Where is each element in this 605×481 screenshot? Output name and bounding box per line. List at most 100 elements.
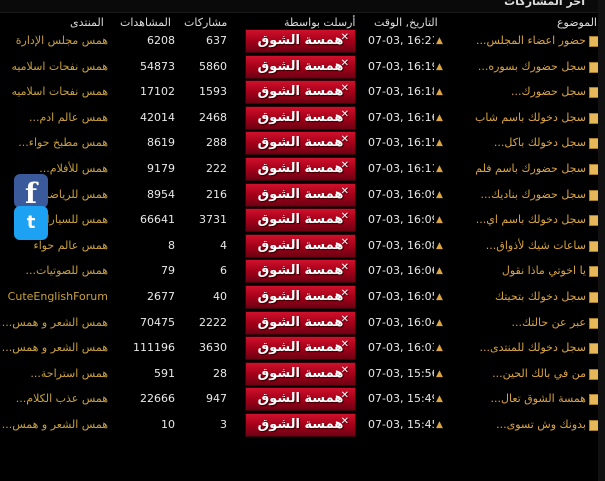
forum-link[interactable]: همس مجلس الإدارة — [0, 31, 108, 51]
forum-link[interactable]: CuteEnglishForum — [0, 287, 108, 307]
posts-count: 222 — [206, 162, 227, 175]
topic-title: سجل حضورك بناديك... — [480, 188, 587, 201]
posts-count: 4 — [220, 239, 227, 252]
forum-link[interactable]: همس الشعر و همس... — [0, 415, 108, 435]
poster-name: همسة الشوق — [257, 340, 344, 355]
forum-link[interactable]: همس مطبخ حواء... — [0, 133, 108, 153]
posts-count: 40 — [213, 290, 227, 303]
topic-link[interactable]: سجل حضورك بسوره... — [449, 57, 599, 77]
table-row: همس للسيارات... 66641 3731 ✕ همسة الشوق 07-03… — [0, 207, 605, 233]
forum-link[interactable]: همس للصوتيات... — [0, 261, 108, 281]
poster-badge[interactable]: ✕ همسة الشوق — [245, 106, 356, 130]
poster-badge[interactable]: ✕ همسة الشوق — [245, 183, 356, 207]
table-row: همس للرياضة... 8954 216 ✕ همسة الشوق 07-03, 1… — [0, 182, 605, 208]
go-to-last-post-icon[interactable]: ▲ — [436, 389, 446, 409]
topic-link[interactable]: همسة الشوق تعال... — [449, 389, 599, 409]
post-datetime: 07-03, 16:06 — [368, 264, 434, 277]
sparkle-icon: ✕ — [340, 390, 349, 401]
go-to-last-post-icon[interactable]: ▲ — [436, 159, 446, 179]
sparkle-icon: ✕ — [340, 211, 349, 222]
poster-name: همسة الشوق — [257, 391, 344, 406]
topic-link[interactable]: سجل دخولك باسم اي... — [449, 210, 599, 230]
go-to-last-post-icon[interactable]: ▲ — [436, 338, 446, 358]
poster-badge[interactable]: ✕ همسة الشوق — [245, 362, 356, 386]
go-to-last-post-icon[interactable]: ▲ — [436, 185, 446, 205]
topic-link[interactable]: سجل دخولك باكل... — [449, 133, 599, 153]
topic-title: عبر عن حالتك... — [511, 316, 586, 329]
post-datetime: 07-03, 15:49 — [368, 392, 434, 405]
posts-count: 6 — [220, 264, 227, 277]
forum-link[interactable]: همس استراحة... — [0, 364, 108, 384]
twitter-share-button[interactable]: t — [14, 206, 48, 240]
forum-link[interactable]: همس الشعر و همس... — [0, 338, 108, 358]
sparkle-icon: ✕ — [340, 288, 349, 299]
topic-link[interactable]: سجل حضورك بناديك... — [449, 185, 599, 205]
poster-badge[interactable]: ✕ همسة الشوق — [245, 55, 356, 79]
topic-link[interactable]: سجل حضورك باسم فلم — [449, 159, 599, 179]
poster-badge[interactable]: ✕ همسة الشوق — [245, 336, 356, 360]
topic-title: سجل دخولك للمنتدى... — [479, 341, 586, 354]
forum-link[interactable]: همس عالم ادم... — [0, 108, 108, 128]
sparkle-icon: ✕ — [340, 186, 349, 197]
topic-link[interactable]: سجل حضورك... — [449, 82, 599, 102]
scrollbar[interactable] — [598, 0, 605, 481]
poster-badge[interactable]: ✕ همسة الشوق — [245, 234, 356, 258]
table-row: همس الشعر و همس... 70475 2222 ✕ همسة الشوق 07… — [0, 310, 605, 336]
views-count: 111196 — [133, 341, 175, 354]
poster-name: همسة الشوق — [257, 84, 344, 99]
forum-link[interactable]: همس الشعر و همس... — [0, 313, 108, 333]
go-to-last-post-icon[interactable]: ▲ — [436, 57, 446, 77]
post-datetime: 07-03, 16:11 — [368, 162, 434, 175]
topic-link[interactable]: عبر عن حالتك... — [449, 313, 599, 333]
table-row: همس عالم ادم... 42014 2468 ✕ همسة الشوق 07-03… — [0, 105, 605, 131]
facebook-share-button[interactable]: f — [14, 174, 48, 210]
topic-link[interactable]: حضور اعضاء المجلس... — [449, 31, 599, 51]
go-to-last-post-icon[interactable]: ▲ — [436, 236, 446, 256]
table-row: همس مطبخ حواء... 8619 288 ✕ همسة الشوق 07-03,… — [0, 130, 605, 156]
poster-badge[interactable]: ✕ همسة الشوق — [245, 157, 356, 181]
topic-link[interactable]: سجل دخولك للمنتدى... — [449, 338, 599, 358]
views-count: 54873 — [140, 60, 175, 73]
go-to-last-post-icon[interactable]: ▲ — [436, 82, 446, 102]
go-to-last-post-icon[interactable]: ▲ — [436, 31, 446, 51]
forum-link[interactable]: همس نفحات اسلاميه — [0, 57, 108, 77]
go-to-last-post-icon[interactable]: ▲ — [436, 287, 446, 307]
posts-count: 2222 — [199, 316, 227, 329]
poster-badge[interactable]: ✕ همسة الشوق — [245, 29, 356, 53]
poster-name: همسة الشوق — [257, 315, 344, 330]
topic-title: سجل دخولك باسم شاب — [474, 111, 586, 124]
go-to-last-post-icon[interactable]: ▲ — [436, 415, 446, 435]
topic-link[interactable]: من في بالك الحين... — [449, 364, 599, 384]
sparkle-icon: ✕ — [340, 416, 349, 427]
go-to-last-post-icon[interactable]: ▲ — [436, 210, 446, 230]
posts-count: 637 — [206, 34, 227, 47]
poster-badge[interactable]: ✕ همسة الشوق — [245, 131, 356, 155]
sparkle-icon: ✕ — [340, 339, 349, 350]
posts-count: 3630 — [199, 341, 227, 354]
topic-link[interactable]: سجل دخولك باسم شاب — [449, 108, 599, 128]
topic-link[interactable]: بدونك وش تسوى... — [449, 415, 599, 435]
poster-badge[interactable]: ✕ همسة الشوق — [245, 80, 356, 104]
poster-badge[interactable]: ✕ همسة الشوق — [245, 259, 356, 283]
go-to-last-post-icon[interactable]: ▲ — [436, 108, 446, 128]
go-to-last-post-icon[interactable]: ▲ — [436, 261, 446, 281]
forum-link[interactable]: همس عذب الكلام... — [0, 389, 108, 409]
section-tab-latest-posts[interactable]: آخر المشاركات — [504, 0, 585, 8]
post-datetime: 07-03, 16:18 — [368, 85, 434, 98]
posts-count: 3731 — [199, 213, 227, 226]
go-to-last-post-icon[interactable]: ▲ — [436, 313, 446, 333]
poster-badge[interactable]: ✕ همسة الشوق — [245, 413, 356, 437]
poster-name: همسة الشوق — [257, 135, 344, 150]
topic-link[interactable]: يا اخوتي ماذا نقول — [449, 261, 599, 281]
poster-badge[interactable]: ✕ همسة الشوق — [245, 387, 356, 411]
topic-link[interactable]: سجل دخولك بتحيتك — [449, 287, 599, 307]
topic-title: بدونك وش تسوى... — [496, 418, 586, 431]
go-to-last-post-icon[interactable]: ▲ — [436, 364, 446, 384]
go-to-last-post-icon[interactable]: ▲ — [436, 133, 446, 153]
poster-name: همسة الشوق — [257, 110, 344, 125]
poster-badge[interactable]: ✕ همسة الشوق — [245, 208, 356, 232]
forum-link[interactable]: همس نفحات اسلاميه — [0, 82, 108, 102]
poster-badge[interactable]: ✕ همسة الشوق — [245, 285, 356, 309]
poster-badge[interactable]: ✕ همسة الشوق — [245, 311, 356, 335]
topic-link[interactable]: ساعات شيك لأذواق... — [449, 236, 599, 256]
